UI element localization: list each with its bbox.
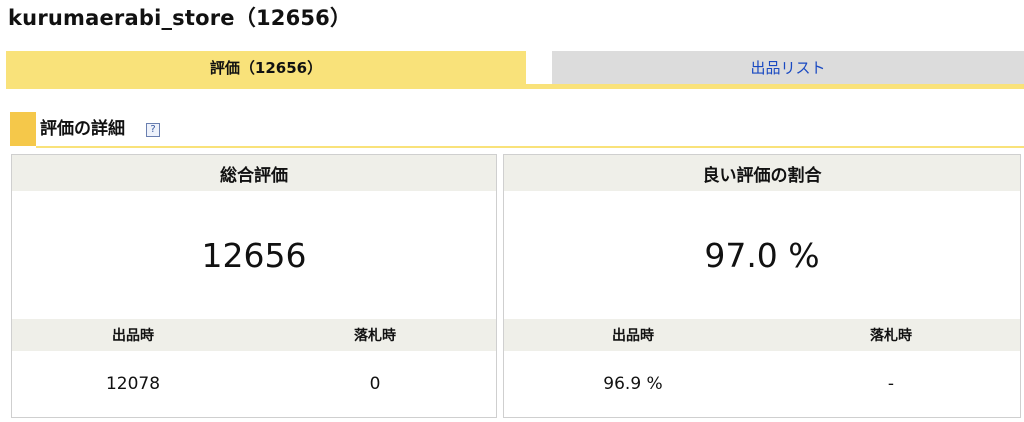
- help-icon[interactable]: ?: [146, 123, 160, 137]
- good-ratio-sub-values: 96.9 % -: [504, 351, 1020, 417]
- tab-bar: 評価（12656） 出品リスト: [6, 51, 1024, 89]
- section-header: 評価の詳細 ?: [10, 112, 1024, 148]
- overall-rating-header: 総合評価: [12, 155, 496, 191]
- good-ratio-panel: 良い評価の割合 97.0 % 出品時 落札時 96.9 % -: [503, 154, 1021, 418]
- overall-buyer-value: 0: [369, 374, 381, 394]
- tab-ratings[interactable]: 評価（12656）: [6, 51, 526, 84]
- overall-rating-panel: 総合評価 12656 出品時 落札時 12078 0: [11, 154, 497, 418]
- good-ratio-sub-header: 出品時 落札時: [504, 319, 1020, 351]
- good-ratio-seller-value: 96.9 %: [603, 374, 663, 394]
- overall-seller-label: 出品時: [112, 328, 154, 344]
- overall-buyer-label: 落札時: [354, 328, 396, 344]
- good-ratio-seller-label: 出品時: [612, 328, 654, 344]
- overall-sub-header: 出品時 落札時: [12, 319, 496, 351]
- tab-listings[interactable]: 出品リスト: [552, 51, 1024, 84]
- good-ratio-buyer-value: -: [887, 374, 895, 394]
- section-divider: [36, 146, 1024, 148]
- good-ratio-header: 良い評価の割合: [504, 155, 1020, 191]
- overall-rating-value: 12656: [201, 235, 307, 275]
- tab-underline: [6, 84, 1024, 89]
- good-ratio-buyer-label: 落札時: [870, 328, 912, 344]
- section-title: 評価の詳細: [40, 119, 125, 139]
- section-accent-bar: [10, 112, 36, 146]
- good-ratio-value: 97.0 %: [704, 235, 820, 275]
- overall-seller-value: 12078: [105, 374, 161, 394]
- page-title: kurumaerabi_store（12656）: [8, 6, 352, 30]
- overall-sub-values: 12078 0: [12, 351, 496, 417]
